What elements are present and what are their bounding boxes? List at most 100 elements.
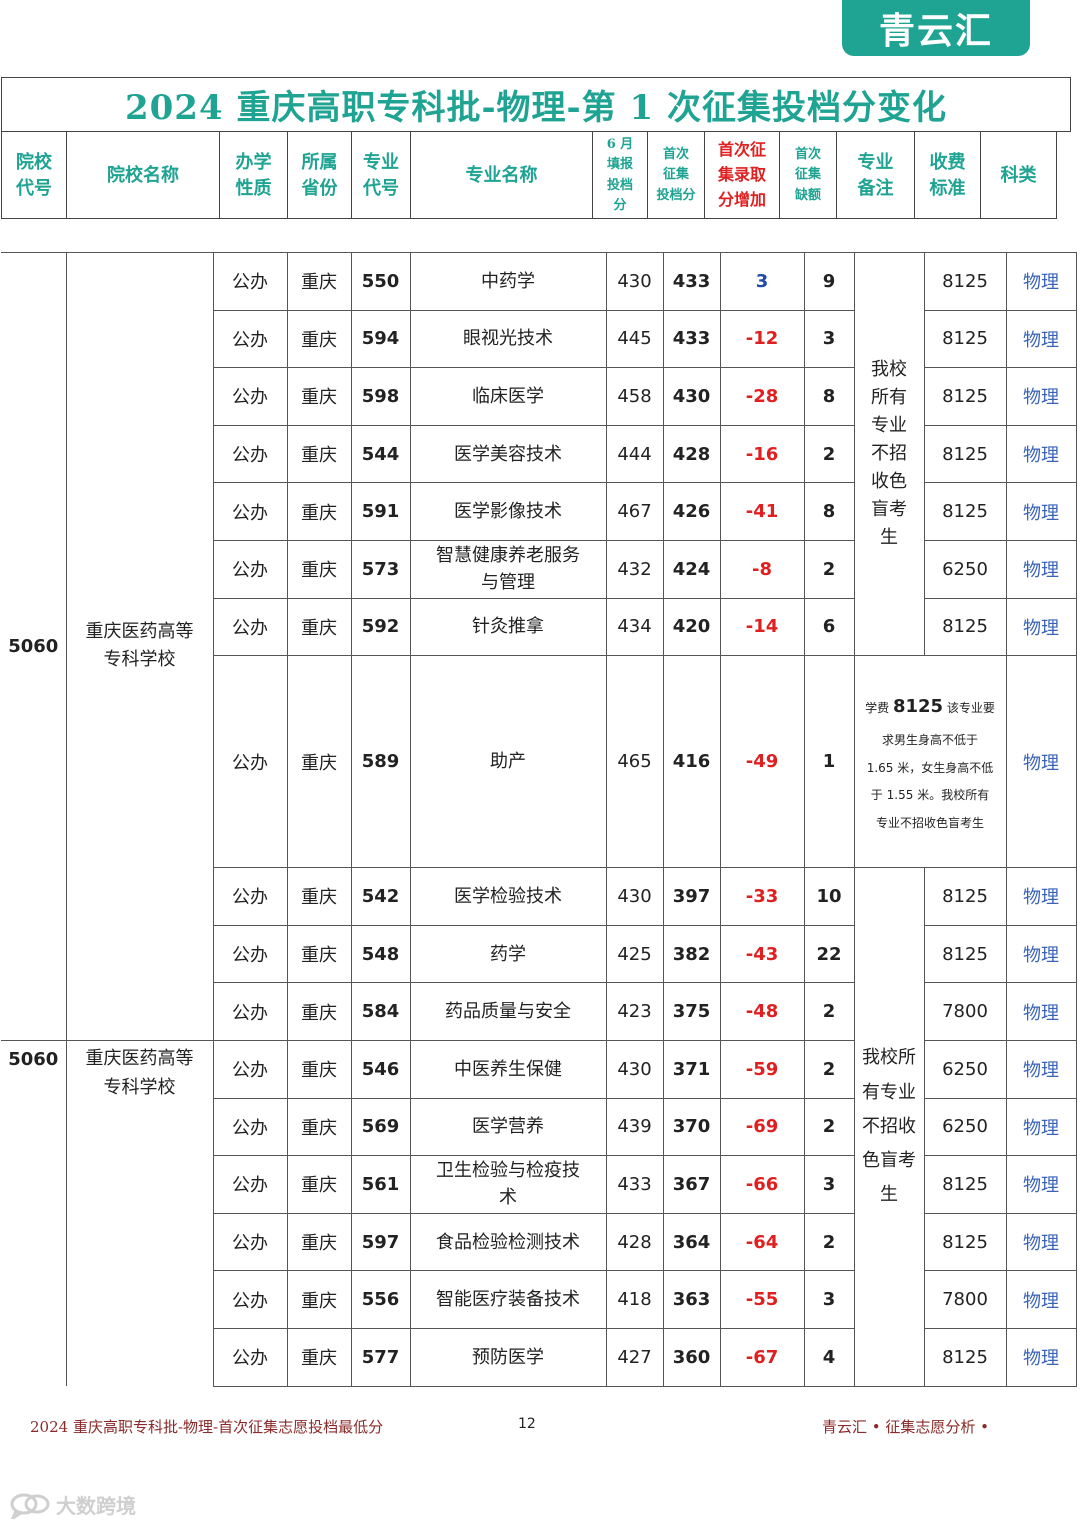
first-score-cell: 375 [662, 982, 721, 1041]
remark-line: 米，女生身高不低 [897, 760, 994, 775]
nature: 公办 [232, 945, 268, 967]
remark-line: 色盲考 [862, 1149, 916, 1171]
fee: 8125 [942, 501, 988, 523]
header-june-score: 6 月填报 投档分 [593, 131, 648, 219]
score-increase: -67 [745, 1346, 779, 1368]
province: 重庆 [301, 502, 337, 524]
score-increase: -43 [745, 943, 779, 965]
subject: 物理 [1023, 502, 1059, 524]
nature: 公办 [232, 445, 268, 467]
major-code: 591 [361, 501, 400, 523]
fee: 6250 [942, 1116, 988, 1138]
june-score-cell: 425 [605, 924, 664, 984]
major-name-cell: 医学检验技术 [409, 867, 607, 926]
subject-cell: 物理 [1005, 655, 1077, 869]
subject-cell: 物理 [1005, 424, 1077, 484]
vacancy: 4 [822, 1346, 836, 1368]
nature-cell: 公办 [212, 539, 288, 599]
major-code-cell: 542 [350, 867, 411, 926]
nature: 公办 [232, 1233, 268, 1255]
fee: 6250 [942, 1058, 988, 1080]
major-code-cell: 569 [350, 1097, 411, 1157]
vacancy: 8 [822, 385, 836, 407]
remark-cell: 我校所有专业不招收色盲考生 [853, 251, 925, 657]
province: 重庆 [301, 560, 337, 582]
score-increase: -69 [745, 1116, 779, 1138]
first-score-cell: 370 [662, 1097, 721, 1157]
fee-cell: 8125 [923, 597, 1007, 657]
major-name-cell: 食品检验检测技术 [409, 1212, 607, 1272]
header-remark: 专业 备注 [837, 131, 915, 219]
header-province: 所属 省份 [288, 131, 352, 219]
page-title-box: 2024 重庆高职专科批-物理-第 1 次征集投档分变化 [1, 77, 1071, 132]
vacancy-cell: 2 [803, 539, 855, 599]
fee: 8125 [942, 885, 988, 907]
fee-cell: 8125 [923, 1155, 1007, 1214]
subject: 物理 [1023, 560, 1059, 582]
major-name-cell: 临床医学 [409, 367, 607, 426]
fee: 8125 [942, 943, 988, 965]
vacancy-cell: 6 [803, 597, 855, 657]
province-cell: 重庆 [286, 597, 352, 657]
page-number: 12 [518, 1416, 536, 1432]
province: 重庆 [301, 387, 337, 409]
first-score-cell: 430 [662, 367, 721, 426]
nature: 公办 [232, 752, 268, 774]
fee: 8125 [942, 270, 988, 292]
major-code: 550 [361, 270, 400, 292]
header-school-code: 院校 代号 [2, 131, 67, 219]
score-increase: -12 [745, 328, 779, 350]
fee: 8125 [942, 328, 988, 350]
remark-cell: 学费 8125 该专业要 求男生身高不低于 1.65 米，女生身高不低于 1.55 … [853, 655, 1007, 869]
province-cell: 重庆 [286, 482, 352, 541]
subject-cell: 物理 [1005, 1327, 1077, 1387]
june-score-cell: 428 [605, 1212, 664, 1272]
footer-left: 2024 重庆高职专科批-物理-首次征集志愿投档最低分 [30, 1418, 384, 1436]
province: 重庆 [301, 1060, 337, 1082]
nature-cell: 公办 [212, 1327, 288, 1387]
june-score: 430 [617, 270, 652, 292]
major-name: 食品检验检测技术 [436, 1231, 580, 1253]
major-code-cell: 561 [350, 1155, 411, 1214]
first-score: 433 [672, 270, 711, 292]
chat-bubble-icon [10, 1493, 50, 1519]
major-code: 556 [361, 1289, 400, 1311]
major-code-cell: 556 [350, 1270, 411, 1329]
fee: 8125 [942, 1173, 988, 1195]
major-name-cell: 医学美容技术 [409, 424, 607, 484]
score-increase: -59 [745, 1058, 779, 1080]
subject: 物理 [1023, 445, 1059, 467]
june-score: 428 [617, 1231, 652, 1253]
province: 重庆 [301, 617, 337, 639]
page-title: 2024 重庆高职专科批-物理-第 1 次征集投档分变化 [124, 88, 948, 128]
watermark-text: 大数跨境 [56, 1494, 136, 1518]
province: 重庆 [301, 1290, 337, 1312]
subject: 物理 [1023, 1117, 1059, 1139]
june-score-cell: 418 [605, 1270, 664, 1329]
major-name: 预防医学 [472, 1346, 544, 1368]
major-name-cell: 预防医学 [409, 1327, 607, 1387]
remark-line: 专业不招收色盲考生 [875, 815, 984, 830]
nature: 公办 [232, 1290, 268, 1312]
nature: 公办 [232, 1348, 268, 1370]
first-score-cell: 397 [662, 867, 721, 926]
score-increase: -28 [745, 385, 779, 407]
major-name-line: 术 [499, 1187, 517, 1209]
vacancy-cell: 2 [803, 1039, 855, 1099]
school-name-cell: 重庆医药高等 专科学校 [65, 252, 214, 1041]
province-cell: 重庆 [286, 924, 352, 984]
major-code-cell: 546 [350, 1039, 411, 1099]
first-score: 382 [672, 943, 711, 965]
major-code: 569 [361, 1116, 400, 1138]
nature-cell: 公办 [212, 867, 288, 926]
remark-line: 米。我校所有 [917, 788, 990, 803]
fee: 7800 [942, 1001, 988, 1023]
score-increase: 3 [755, 270, 769, 292]
vacancy: 22 [816, 943, 842, 965]
fee-cell: 8125 [923, 924, 1007, 984]
major-code-cell: 592 [350, 597, 411, 657]
first-score: 363 [672, 1289, 711, 1311]
score-increase-cell: -64 [719, 1212, 805, 1272]
vacancy: 2 [822, 443, 836, 465]
major-name: 眼视光技术 [463, 328, 553, 350]
